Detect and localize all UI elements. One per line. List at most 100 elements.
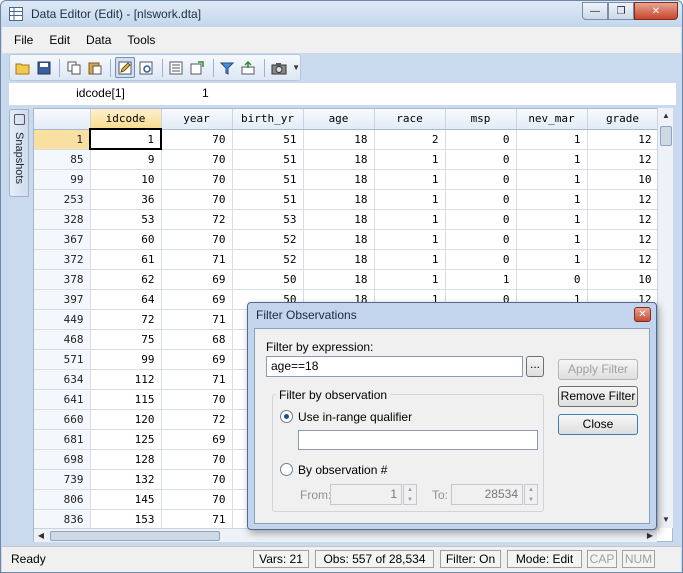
grid-cell[interactable]: 72: [161, 209, 233, 230]
grid-cell[interactable]: 115: [90, 389, 162, 410]
grid-cell[interactable]: 1: [516, 129, 588, 150]
row-number[interactable]: 99: [34, 169, 91, 190]
to-input[interactable]: 28534: [451, 484, 523, 505]
grid-cell[interactable]: 69: [161, 429, 233, 450]
column-header[interactable]: year: [161, 109, 233, 130]
paste-button[interactable]: [85, 57, 104, 78]
column-header[interactable]: msp: [445, 109, 517, 130]
grid-cell[interactable]: 60: [90, 229, 162, 250]
grid-cell[interactable]: 70: [161, 129, 233, 150]
grid-cell[interactable]: 10: [587, 269, 659, 290]
scroll-right-icon[interactable]: ▶: [643, 529, 657, 543]
grid-cell[interactable]: 51: [232, 169, 304, 190]
grid-cell[interactable]: 12: [587, 189, 659, 210]
to-spinner[interactable]: ▲ ▼: [524, 484, 538, 505]
grid-cell[interactable]: 51: [232, 189, 304, 210]
row-number[interactable]: 253: [34, 189, 91, 210]
grid-cell[interactable]: 12: [587, 229, 659, 250]
close-window-button[interactable]: ✕: [634, 2, 678, 20]
grid-cell[interactable]: 0: [445, 209, 517, 230]
grid-cell[interactable]: 71: [161, 309, 233, 330]
save-button[interactable]: [34, 57, 53, 78]
grid-cell[interactable]: 10: [90, 169, 162, 190]
grid-cell[interactable]: 70: [161, 229, 233, 250]
remove-filter-button[interactable]: Remove Filter: [558, 386, 638, 407]
vertical-scrollbar[interactable]: ▲ ▼: [657, 108, 673, 528]
grid-cell[interactable]: 12: [587, 129, 659, 150]
column-header[interactable]: birth_yr: [232, 109, 304, 130]
grid-cell[interactable]: 18: [303, 229, 375, 250]
open-button[interactable]: [13, 57, 32, 78]
grid-cell[interactable]: 64: [90, 289, 162, 310]
grid-cell[interactable]: 18: [303, 269, 375, 290]
grid-cell[interactable]: 0: [516, 269, 588, 290]
column-header[interactable]: grade: [587, 109, 659, 130]
grid-cell[interactable]: 61: [90, 249, 162, 270]
grid-cell[interactable]: 70: [161, 389, 233, 410]
grid-cell[interactable]: 132: [90, 469, 162, 490]
grid-cell[interactable]: 153: [90, 509, 162, 530]
column-header[interactable]: race: [374, 109, 446, 130]
row-number[interactable]: 739: [34, 469, 91, 490]
grid-cell[interactable]: 70: [161, 169, 233, 190]
grid-cell[interactable]: 1: [516, 169, 588, 190]
grid-cell[interactable]: 1: [516, 209, 588, 230]
snapshots-tab[interactable]: Snapshots: [9, 109, 29, 197]
row-number[interactable]: 85: [34, 149, 91, 170]
grid-cell[interactable]: 0: [445, 129, 517, 150]
column-header[interactable]: age: [303, 109, 375, 130]
grid-cell[interactable]: 9: [90, 149, 162, 170]
scroll-down-icon[interactable]: ▼: [658, 512, 674, 528]
cell-value-field[interactable]: 1: [202, 83, 209, 105]
grid-cell[interactable]: 12: [587, 149, 659, 170]
grid-cell[interactable]: 1: [374, 189, 446, 210]
grid-cell[interactable]: 2: [374, 129, 446, 150]
menu-tools[interactable]: Tools: [127, 33, 155, 47]
grid-cell[interactable]: 0: [445, 169, 517, 190]
from-spinner[interactable]: ▲ ▼: [403, 484, 417, 505]
row-number[interactable]: 449: [34, 309, 91, 330]
grid-cell[interactable]: 145: [90, 489, 162, 510]
grid-cell[interactable]: 18: [303, 149, 375, 170]
grid-cell[interactable]: 70: [161, 149, 233, 170]
grid-cell[interactable]: 125: [90, 429, 162, 450]
menu-edit[interactable]: Edit: [49, 33, 70, 47]
grid-cell[interactable]: 1: [89, 128, 162, 150]
row-number[interactable]: 1: [34, 129, 91, 150]
grid-cell[interactable]: 51: [232, 129, 304, 150]
grid-cell[interactable]: 36: [90, 189, 162, 210]
row-number[interactable]: 571: [34, 349, 91, 370]
grid-cell[interactable]: 0: [445, 149, 517, 170]
dialog-close-button[interactable]: ✕: [634, 307, 651, 322]
minimize-button[interactable]: —: [582, 2, 608, 20]
grid-cell[interactable]: 1: [374, 249, 446, 270]
variables-button[interactable]: [167, 57, 186, 78]
snapshot-button[interactable]: [269, 57, 288, 78]
grid-cell[interactable]: 71: [161, 369, 233, 390]
grid-cell[interactable]: 120: [90, 409, 162, 430]
grid-cell[interactable]: 69: [161, 289, 233, 310]
grid-cell[interactable]: 52: [232, 249, 304, 270]
grid-cell[interactable]: 53: [232, 209, 304, 230]
row-number[interactable]: 836: [34, 509, 91, 530]
row-number[interactable]: 328: [34, 209, 91, 230]
edit-mode-button[interactable]: [115, 57, 135, 78]
grid-cell[interactable]: 1: [374, 149, 446, 170]
grid-cell[interactable]: 18: [303, 249, 375, 270]
row-number[interactable]: 372: [34, 249, 91, 270]
grid-cell[interactable]: 1: [374, 229, 446, 250]
grid-cell[interactable]: 53: [90, 209, 162, 230]
grid-cell[interactable]: 0: [445, 229, 517, 250]
grid-cell[interactable]: 52: [232, 229, 304, 250]
row-number[interactable]: 641: [34, 389, 91, 410]
grid-cell[interactable]: 50: [232, 269, 304, 290]
variable-manager-button[interactable]: [239, 57, 258, 78]
horizontal-scrollbar[interactable]: ◀ ▶: [34, 528, 657, 542]
grid-cell[interactable]: 0: [445, 249, 517, 270]
apply-filter-button[interactable]: Apply Filter: [558, 359, 638, 380]
scroll-left-icon[interactable]: ◀: [34, 529, 48, 543]
grid-cell[interactable]: 71: [161, 509, 233, 530]
row-number[interactable]: 468: [34, 329, 91, 350]
grid-cell[interactable]: 72: [161, 409, 233, 430]
grid-cell[interactable]: 10: [587, 169, 659, 190]
